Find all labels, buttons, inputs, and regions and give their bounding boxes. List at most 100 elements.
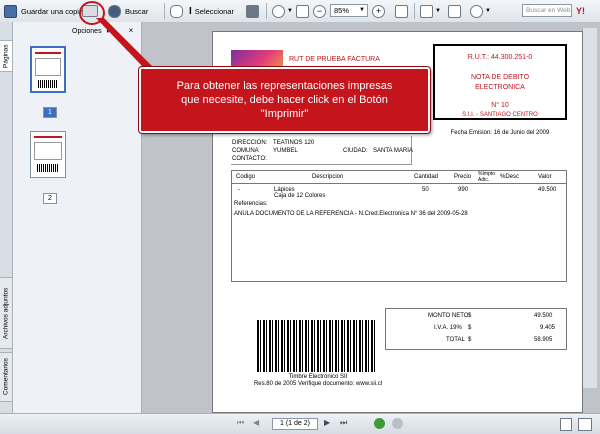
select-tool-button[interactable]: I Seleccionar [189, 3, 234, 19]
column-header: Precio [454, 174, 472, 180]
table-header: Codigo Descripcion Cantidad Precio %Impt… [232, 171, 566, 184]
zoom-in-button[interactable]: + [372, 3, 385, 19]
total-value: 58.905 [534, 337, 553, 343]
page-layout-icon [395, 4, 408, 18]
sign-menu-button[interactable] [448, 3, 461, 19]
first-page-icon: ⏮ [237, 418, 245, 427]
client-box: DIRECCION: TEATINOS 120 COMUNA YUMBEL CI… [231, 136, 413, 165]
save-copy-label: Guardar una copia [21, 6, 84, 16]
column-header: Descripcion [312, 174, 344, 180]
pen-icon [448, 4, 461, 18]
continuous-view-button[interactable] [578, 418, 592, 431]
doc-type-line2: ELECTRONICA [475, 84, 525, 91]
sii-office: S.I.I. - SANTIAGO CENTRO [462, 112, 538, 118]
toolbar-divider [414, 3, 415, 19]
navigation-panel: Opciones ▼ × 1 2 [0, 22, 142, 413]
search-web-input[interactable]: Buscar en Web [522, 4, 572, 17]
column-header: Codigo [236, 174, 256, 180]
tab-attachments[interactable]: Archivos adjuntos [0, 277, 12, 349]
thumbnail-content [35, 52, 61, 54]
item-value: 49.500 [538, 187, 557, 193]
text-cursor-icon: I [189, 5, 192, 17]
company-title: RUT DE PRUEBA FACTURA [289, 56, 380, 63]
camera-icon [246, 4, 259, 18]
go-forward-button[interactable] [392, 418, 403, 429]
navigation-bar: ⏮ ◀ 1 (1 de 2) ▶ ⏭ [0, 413, 600, 434]
column-header: %Desc [500, 174, 520, 180]
page-thumbnail-1[interactable] [30, 46, 66, 93]
rut-box: R.U.T.: 44.300.251-0 NOTA DE DEBITO ELEC… [433, 44, 567, 120]
callout-pointer [96, 18, 154, 68]
thumbnail-content [35, 58, 61, 76]
thumbnail-barcode [37, 164, 59, 172]
timbre-note: Res.80 de 2005 Verifique documento: www.… [253, 381, 383, 387]
totals-box: MONTO NETO $ 49.500 I.V.A. 19% $ 9.405 T… [385, 308, 567, 350]
zoom-level-select[interactable]: 85% ▼ [330, 4, 368, 17]
go-back-button[interactable] [374, 418, 385, 429]
single-page-view-button[interactable] [560, 418, 572, 431]
chevron-down-icon: ▼ [485, 8, 491, 14]
last-page-icon: ⏭ [340, 418, 348, 427]
next-page-button[interactable]: ▶ [324, 418, 330, 427]
search-button[interactable]: Buscar [108, 3, 148, 19]
pdf417-barcode [257, 320, 377, 372]
thumbnail-label-1: 1 [43, 107, 57, 118]
zoom-tool-button[interactable]: ▼ [272, 3, 293, 19]
total-currency: $ [468, 325, 472, 331]
comuna-value: YUMBEL [273, 148, 298, 154]
referencia-text: ANULA DOCUMENTO DE LA REFERENCIA - N.Cre… [234, 211, 468, 217]
save-copy-button[interactable]: Guardar una copia [4, 3, 83, 19]
refresh-icon [470, 4, 483, 18]
fit-page-icon [296, 4, 309, 18]
snapshot-button[interactable] [246, 3, 259, 19]
minus-circle-icon: − [313, 4, 326, 18]
tab-pages[interactable]: Páginas [0, 40, 12, 72]
total-value: 9.405 [540, 325, 556, 331]
callout-line: "Imprimir" [260, 108, 309, 120]
column-header: Valor [538, 174, 552, 180]
rut-number: R.U.T.: 44.300.251-0 [467, 54, 533, 61]
thumbnail-label-2: 2 [43, 193, 57, 204]
tools-menu-button[interactable]: ▼ [420, 3, 441, 19]
refresh-button[interactable]: ▼ [470, 3, 491, 19]
thumbnail-barcode [38, 80, 58, 88]
fit-page-button[interactable] [296, 3, 309, 19]
contacto-label: CONTACTO: [232, 156, 267, 162]
page-thumbnail-2[interactable] [30, 131, 66, 178]
thumbnail-content [34, 136, 62, 138]
magnifier-icon [272, 4, 285, 18]
column-header: Cantidad [414, 174, 439, 180]
toolbar-divider [266, 3, 267, 19]
select-label: Seleccionar [194, 6, 234, 16]
total-value: 49.500 [534, 313, 553, 319]
total-label: I.V.A. 19% [434, 325, 462, 331]
chevron-down-icon: ▼ [359, 7, 365, 13]
page-number-input[interactable]: 1 (1 de 2) [272, 418, 318, 430]
last-page-button[interactable]: ⏭ [340, 418, 347, 428]
timbre-title: Timbre Electrónico SII [288, 374, 348, 380]
chevron-down-icon: ▼ [287, 8, 293, 14]
issue-date: Fecha Emision: 16 de Junio del 2009 [450, 130, 550, 136]
panel-tab-strip: Páginas Archivos adjuntos Comentarios [0, 22, 13, 413]
chevron-down-icon: ▼ [435, 8, 441, 14]
vertical-scrollbar[interactable] [582, 28, 597, 388]
hand-icon [170, 4, 183, 18]
referencias-label: Referencias: [234, 201, 268, 207]
item-description-detail: Caja de 12 Colores [274, 193, 326, 199]
instruction-callout: Para obtener las representaciones impres… [138, 66, 431, 134]
yahoo-button[interactable]: Y! [576, 3, 585, 19]
plus-circle-icon: + [372, 4, 385, 18]
previous-icon: ◀ [253, 418, 260, 427]
zoom-out-button[interactable]: − [313, 3, 326, 19]
tab-comments[interactable]: Comentarios [0, 352, 12, 402]
first-page-button[interactable]: ⏮ [237, 418, 244, 428]
doc-number: N° 10 [491, 102, 509, 109]
item-quantity: 50 [422, 187, 429, 193]
ciudad-value: SANTA MARIA [373, 148, 413, 154]
page-layout-button[interactable] [395, 3, 408, 19]
hand-tool-button[interactable] [170, 3, 183, 19]
callout-pointer-shape [96, 18, 154, 68]
next-icon: ▶ [324, 418, 331, 427]
total-currency: $ [468, 337, 472, 343]
previous-page-button[interactable]: ◀ [253, 418, 259, 427]
